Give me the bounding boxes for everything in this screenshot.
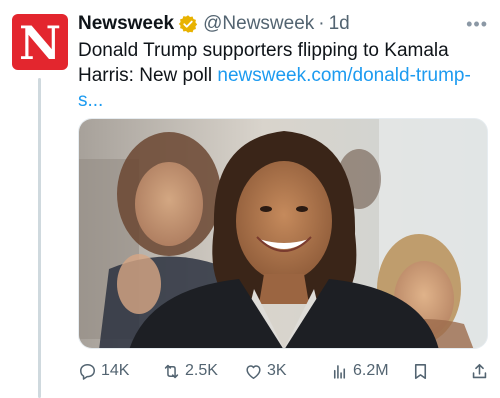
post-media-photo[interactable] xyxy=(78,118,488,349)
repost-count: 2.5K xyxy=(185,362,218,379)
views-bar-chart-icon xyxy=(333,364,346,379)
heart-icon xyxy=(246,364,261,379)
more-horizontal-icon[interactable]: ••• xyxy=(466,14,488,35)
like-button[interactable]: 3K xyxy=(244,358,287,384)
separator-dot: · xyxy=(318,13,325,34)
bookmark-button[interactable] xyxy=(411,358,434,384)
reply-count: 14K xyxy=(101,362,130,379)
verified-badge-icon xyxy=(178,15,198,33)
newsweek-logo-avatar[interactable]: N xyxy=(12,14,68,70)
share-button[interactable] xyxy=(470,358,493,384)
post-time[interactable]: 1d xyxy=(329,13,350,35)
like-count: 3K xyxy=(267,362,287,379)
logo-letter: N xyxy=(18,16,62,70)
reply-button[interactable]: 14K xyxy=(78,358,129,384)
views-button[interactable]: 6.2M xyxy=(330,358,389,384)
reply-icon xyxy=(80,363,95,380)
post-header: Newsweek @Newsweek · 1d ••• xyxy=(78,12,488,36)
bookmark-icon xyxy=(414,363,427,379)
share-icon xyxy=(472,363,487,378)
action-bar: 14K 2.5K 3K 6.2M xyxy=(78,358,492,384)
repost-button[interactable]: 2.5K xyxy=(162,358,218,384)
account-name[interactable]: Newsweek xyxy=(78,13,174,35)
post-text: Donald Trump supporters flipping to Kama… xyxy=(78,38,488,113)
view-count: 6.2M xyxy=(353,362,389,379)
thread-line xyxy=(38,78,41,398)
photo-illustration xyxy=(79,119,487,348)
repost-icon xyxy=(164,364,179,378)
account-handle[interactable]: @Newsweek xyxy=(203,13,314,35)
